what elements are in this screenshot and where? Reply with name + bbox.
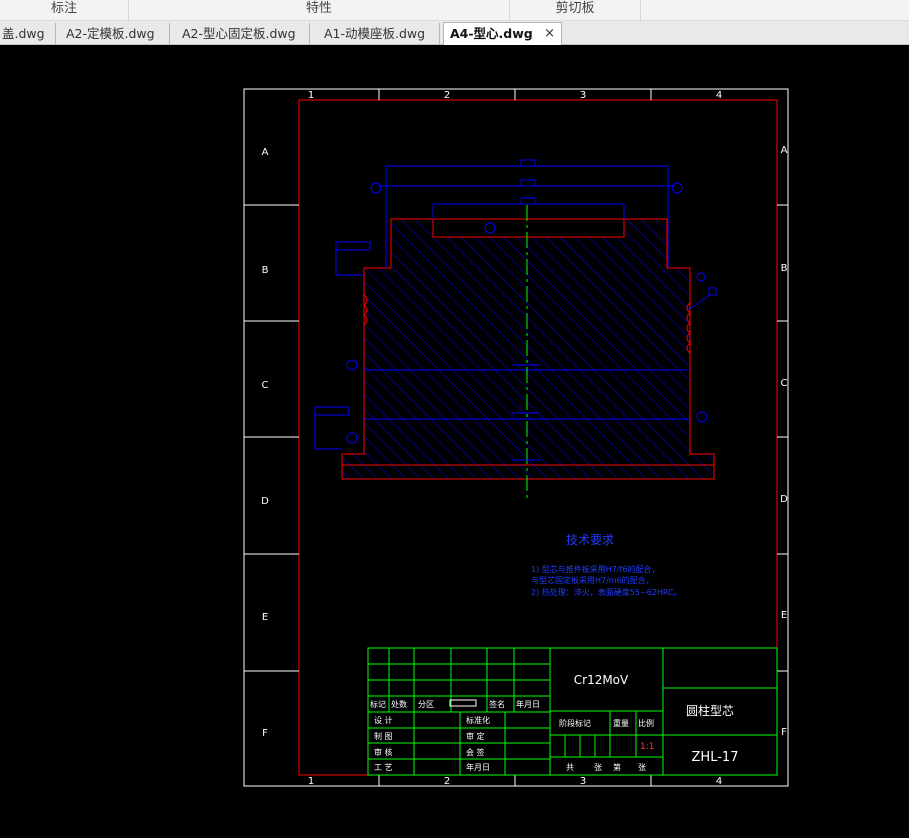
scale-value: 1:1 xyxy=(640,742,654,752)
drawing-canvas[interactable]: 1 2 3 4 1 2 3 4 A B C D E F A B C D E F xyxy=(0,45,909,834)
ribbon-section-labels: 标注 特性 剪切板 xyxy=(0,0,909,21)
tab-lid-dwg[interactable]: 盖.dwg xyxy=(0,23,56,44)
top-recess xyxy=(432,218,625,238)
zone-col-label-bottom: 3 xyxy=(580,776,586,787)
rev-header: 签名 xyxy=(489,699,505,709)
drawing-number-text: ZHL-17 xyxy=(692,750,739,765)
zone-col-label-top: 1 xyxy=(308,90,314,101)
zone-row-label-left: B xyxy=(262,265,269,276)
stage-mark-label: 阶段标记 xyxy=(559,718,591,728)
scale-label: 比例 xyxy=(638,718,654,728)
title-row-mid: 审 定 xyxy=(466,731,485,741)
document-tab-bar: 盖.dwg A2-定模板.dwg A2-型心固定板.dwg A1-动模座板.dw… xyxy=(0,21,909,45)
tech-requirements-line: 2) 热处理：淬火，表面硬度55~62HRC。 xyxy=(531,587,682,597)
ribbon-section-clipboard[interactable]: 剪切板 xyxy=(510,0,641,20)
zone-row-label-left: F xyxy=(262,728,268,739)
close-icon[interactable]: × xyxy=(544,23,555,45)
core-section-outline xyxy=(341,218,715,480)
part-name-text: 圆柱型芯 xyxy=(686,703,734,718)
title-row-left: 审 核 xyxy=(374,747,393,757)
change-doc-field xyxy=(449,699,477,707)
zone-row-label-left: C xyxy=(262,380,269,391)
zone-row-label-right: C xyxy=(781,378,788,389)
title-row-left: 工 艺 xyxy=(374,763,393,772)
sheet-text: 第 xyxy=(613,762,621,772)
zone-row-label-right: A xyxy=(781,145,788,156)
part-section-view[interactable] xyxy=(341,205,715,500)
rev-header: 分区 xyxy=(418,700,434,709)
title-row-mid: 会 签 xyxy=(466,747,485,757)
zone-row-label-right: D xyxy=(780,494,788,505)
zone-row-label-left: A xyxy=(262,147,269,158)
drawing-svg: 1 2 3 4 1 2 3 4 A B C D E F A B C D E F xyxy=(243,88,789,787)
tab-a1-moving-base-plate[interactable]: A1-动模座板.dwg xyxy=(318,23,440,44)
tech-requirements: 技术要求 1) 型芯与推件板采用H7/f6的配合， 与型芯固定板采用H7/m6的… xyxy=(531,533,682,597)
tech-requirements-line: 与型芯固定板采用H7/m6的配合。 xyxy=(531,575,654,585)
sheet-text: 张 xyxy=(594,763,602,772)
ribbon-section-properties[interactable]: 特性 xyxy=(129,0,510,20)
rev-header: 处数 xyxy=(391,699,407,709)
material-text: Cr12MoV xyxy=(574,673,629,687)
title-block[interactable]: Cr12MoV 圆柱型芯 ZHL-17 标记 处数 分区 签名 年月日 设 计 … xyxy=(367,647,778,776)
weight-label: 重量 xyxy=(613,718,629,728)
tab-a2-fixed-plate[interactable]: A2-定模板.dwg xyxy=(60,23,170,44)
zone-row-label-left: E xyxy=(262,612,268,623)
title-row-mid: 年月日 xyxy=(466,762,490,772)
zone-col-label-top: 2 xyxy=(444,90,450,101)
tech-requirements-line: 1) 型芯与推件板采用H7/f6的配合， xyxy=(531,564,659,574)
zone-col-label-bottom: 4 xyxy=(716,776,722,787)
zone-row-label-right: B xyxy=(781,263,788,274)
zone-row-label-right: F xyxy=(781,727,787,738)
title-row-left: 制 图 xyxy=(374,731,393,741)
zone-row-label-left: D xyxy=(261,496,269,507)
zone-col-label-top: 3 xyxy=(580,90,586,101)
sheet-text: 共 xyxy=(566,763,574,772)
tab-a2-core-fixing-plate[interactable]: A2-型心固定板.dwg xyxy=(176,23,310,44)
zone-col-label-top: 4 xyxy=(716,90,722,101)
zone-col-label-bottom: 2 xyxy=(444,776,450,787)
zone-row-label-right: E xyxy=(781,610,787,621)
tech-requirements-title: 技术要求 xyxy=(566,533,614,547)
tab-a4-core-label: A4-型心.dwg xyxy=(450,26,533,41)
zone-col-label-bottom: 1 xyxy=(308,776,314,787)
tab-a4-core[interactable]: A4-型心.dwg × xyxy=(443,22,562,45)
ribbon-section-dimension[interactable]: 标注 xyxy=(0,0,129,20)
title-row-mid: 标准化 xyxy=(466,715,490,725)
sheet-text: 张 xyxy=(638,763,646,772)
rev-header: 年月日 xyxy=(516,699,540,709)
rev-header: 标记 xyxy=(370,699,386,709)
title-row-left: 设 计 xyxy=(374,715,393,725)
